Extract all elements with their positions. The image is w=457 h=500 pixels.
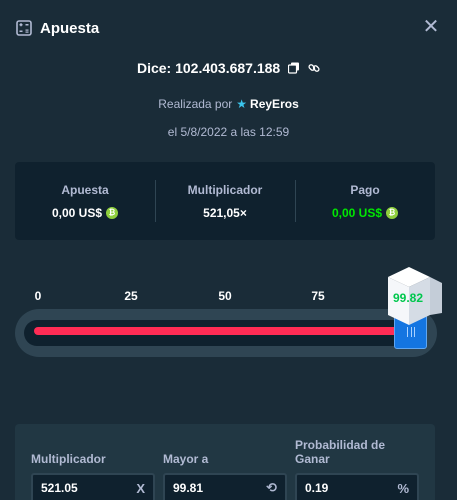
copy-icon[interactable] — [288, 61, 300, 74]
win-chance-label: Probabilidad de Ganar — [295, 438, 419, 466]
win-chance-label-line2: Ganar — [295, 452, 330, 466]
multiplier-suffix: X — [136, 480, 145, 496]
stat-bet-value: 0,00 US$ — [51, 205, 119, 220]
placed-by-label: Realizada por — [158, 97, 233, 111]
bitcoin-icon — [106, 206, 119, 219]
placed-by: Realizada por ★ ReyEros — [0, 97, 457, 111]
stat-payout-label: Pago — [350, 182, 380, 197]
multiplier-input[interactable] — [41, 481, 137, 495]
vip-star-icon: ★ — [236, 97, 248, 111]
bitcoin-icon — [386, 206, 399, 219]
bet-id-text: Dice: 102.403.687.188 — [136, 60, 281, 76]
bet-date: el 5/8/2022 a las 12:59 — [167, 125, 290, 139]
stat-multiplier: Multiplicador 521,05× — [155, 162, 295, 240]
bet-id: Dice: 102.403.687.188 — [0, 60, 457, 76]
win-chance-field: Probabilidad deGanar % — [295, 438, 419, 500]
link-icon[interactable] — [308, 61, 320, 73]
win-chance-suffix: % — [397, 480, 409, 496]
stat-payout-value: 0,00 US$ — [331, 205, 399, 220]
win-chance-input[interactable] — [305, 481, 398, 495]
roll-over-label: Mayor a — [163, 452, 209, 466]
stat-payout: Pago 0,00 US$ — [295, 162, 435, 240]
slider-lose-range — [34, 327, 411, 335]
dice-icon — [16, 20, 32, 36]
username-link[interactable]: ReyEros — [250, 97, 299, 111]
modal-title: Apuesta — [40, 19, 100, 37]
stat-bet: Apuesta 0,00 US$ — [15, 162, 155, 240]
tick-label: 0 — [34, 289, 42, 303]
tick-label: 50 — [218, 289, 232, 303]
stat-multiplier-label: Multiplicador — [187, 182, 263, 197]
roll-over-box: ⟲ — [163, 473, 287, 500]
modal-header: Apuesta ✕ — [0, 0, 457, 56]
stat-multiplier-value: 521,05× — [203, 205, 247, 220]
win-chance-label-line1: Probabilidad de — [295, 438, 386, 452]
tick-label: 25 — [124, 289, 138, 303]
multiplier-box: X — [31, 473, 155, 500]
bet-stats-panel: Apuesta 0,00 US$ Multiplicador 521,05× P… — [15, 162, 435, 240]
stat-payout-amount: 0,00 US$ — [331, 205, 383, 220]
close-icon[interactable]: ✕ — [421, 17, 441, 37]
multiplier-label: Multiplicador — [31, 452, 106, 466]
swap-icon[interactable]: ⟲ — [266, 480, 277, 496]
roll-over-field: Mayor a ⟲ — [163, 452, 287, 500]
tick-label: 75 — [311, 289, 325, 303]
grip-icon — [406, 326, 415, 337]
result-value: 99.82 — [392, 291, 424, 305]
roll-over-input[interactable] — [173, 481, 267, 495]
win-chance-box: % — [295, 473, 419, 500]
bet-inputs-panel: Multiplicador X Mayor a ⟲ Probabilidad d… — [15, 424, 435, 500]
stat-bet-amount: 0,00 US$ — [51, 205, 103, 220]
stat-bet-label: Apuesta — [61, 182, 109, 197]
multiplier-field: Multiplicador X — [31, 452, 155, 500]
